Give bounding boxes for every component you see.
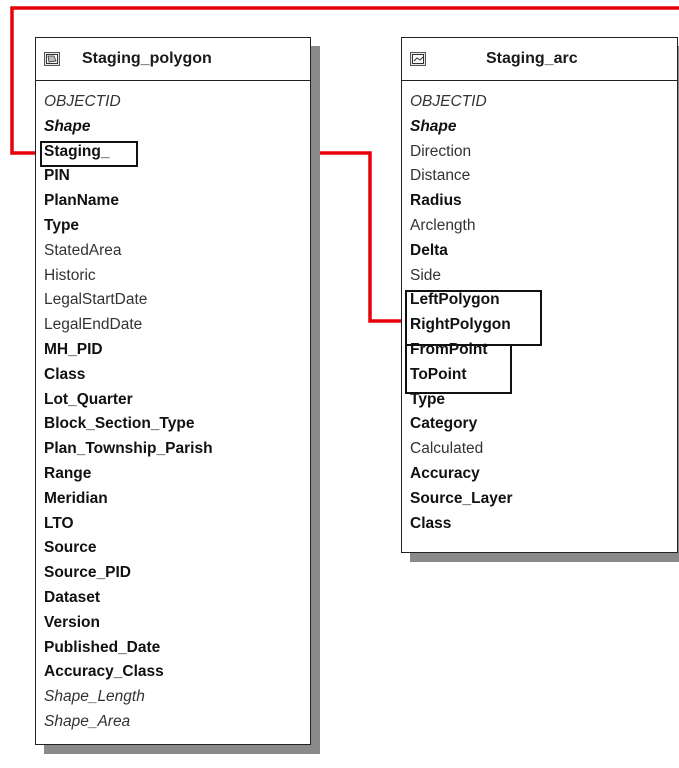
field-row[interactable]: Arclength <box>410 214 677 239</box>
field-row[interactable]: Shape_Area <box>44 710 310 735</box>
field-row[interactable]: LTO <box>44 512 310 537</box>
field-row[interactable]: Source <box>44 536 310 561</box>
field-row[interactable]: Shape <box>410 115 677 140</box>
table-header: Staging_arc <box>402 38 677 81</box>
field-row[interactable]: Shape_Length <box>44 685 310 710</box>
field-row[interactable]: MH_PID <box>44 338 310 363</box>
line-feature-class-icon <box>410 52 426 66</box>
field-list: OBJECTID Shape Staging_ PIN PlanName Type Stat… <box>36 81 310 735</box>
table-title: Staging_arc <box>486 50 578 67</box>
table-header: Staging_polygon <box>36 38 310 81</box>
table-title: Staging_polygon <box>82 50 212 67</box>
field-row[interactable]: PlanName <box>44 189 310 214</box>
field-row[interactable]: Plan_Township_Parish <box>44 437 310 462</box>
field-row[interactable]: Dataset <box>44 586 310 611</box>
field-row[interactable]: OBJECTID <box>410 90 677 115</box>
highlight-polygon-fields <box>405 290 542 346</box>
field-row[interactable]: Shape <box>44 115 310 140</box>
field-row[interactable]: Version <box>44 611 310 636</box>
field-row[interactable]: Accuracy_Class <box>44 660 310 685</box>
field-row[interactable]: Historic <box>44 264 310 289</box>
field-row[interactable]: Radius <box>410 189 677 214</box>
field-row[interactable]: Source_PID <box>44 561 310 586</box>
field-row[interactable]: Delta <box>410 239 677 264</box>
field-row[interactable]: Class <box>44 363 310 388</box>
field-row[interactable]: Direction <box>410 140 677 165</box>
field-row[interactable]: Category <box>410 412 677 437</box>
field-row[interactable]: Source_Layer <box>410 487 677 512</box>
field-row[interactable]: OBJECTID <box>44 90 310 115</box>
field-row[interactable]: Meridian <box>44 487 310 512</box>
field-row[interactable]: LegalStartDate <box>44 288 310 313</box>
field-row[interactable]: Class <box>410 512 677 537</box>
highlight-point-fields <box>405 344 512 394</box>
highlight-staging-field <box>40 141 138 167</box>
field-row[interactable]: Range <box>44 462 310 487</box>
field-row[interactable]: Block_Section_Type <box>44 412 310 437</box>
field-row[interactable]: Accuracy <box>410 462 677 487</box>
field-row[interactable]: Calculated <box>410 437 677 462</box>
polygon-feature-class-icon <box>44 52 60 66</box>
field-row[interactable]: Side <box>410 264 677 289</box>
field-row[interactable]: StatedArea <box>44 239 310 264</box>
field-row[interactable]: PIN <box>44 164 310 189</box>
field-row[interactable]: Lot_Quarter <box>44 388 310 413</box>
field-row[interactable]: Distance <box>410 164 677 189</box>
field-row[interactable]: Type <box>44 214 310 239</box>
field-row[interactable]: Published_Date <box>44 636 310 661</box>
field-row[interactable]: LegalEndDate <box>44 313 310 338</box>
